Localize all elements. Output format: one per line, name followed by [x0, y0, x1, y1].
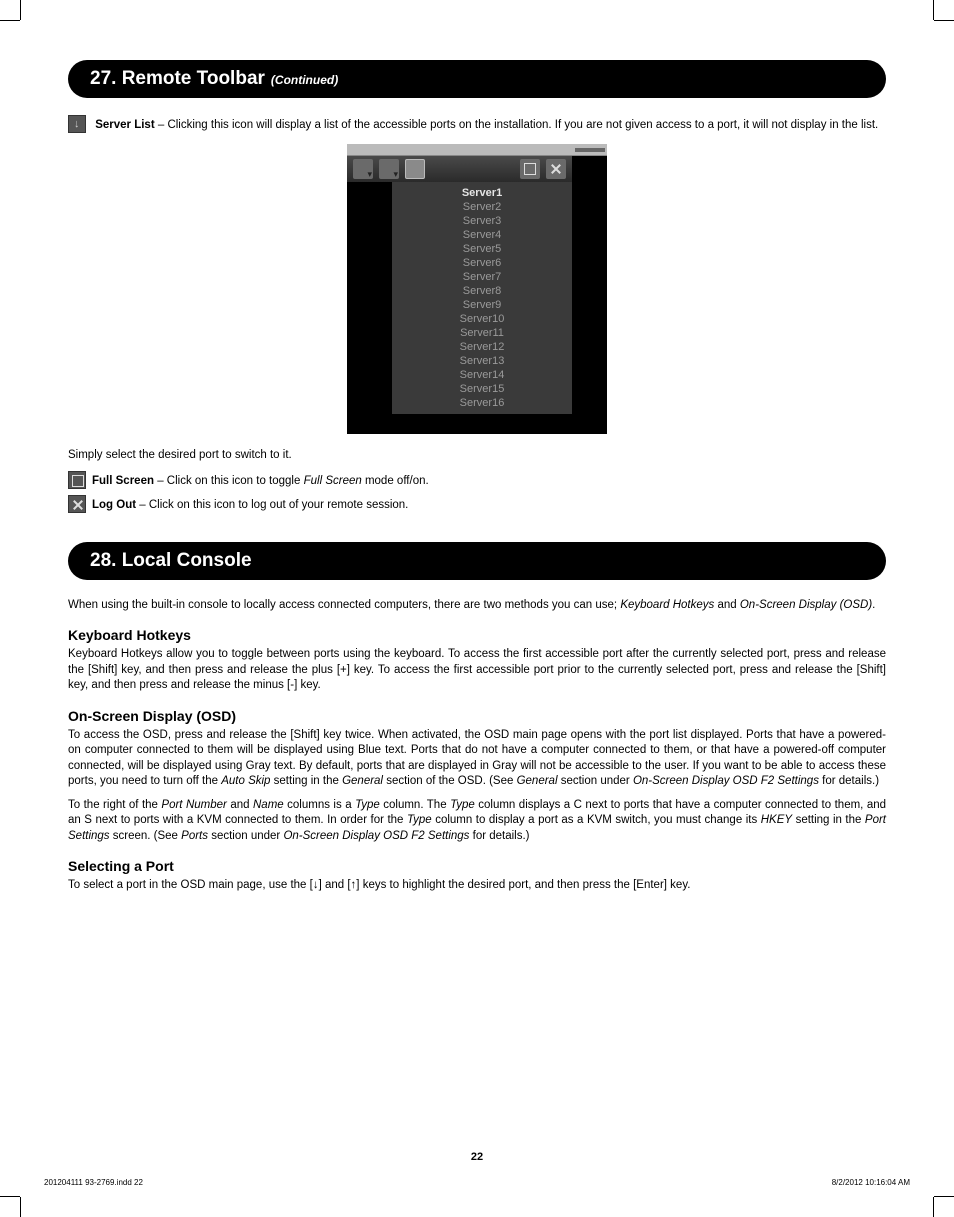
osd-p2-i4: Type — [450, 799, 475, 811]
server-list-item[interactable]: Server9 — [392, 298, 572, 312]
server-list-item[interactable]: Server12 — [392, 340, 572, 354]
page-number: 22 — [0, 1151, 954, 1163]
server-list-item[interactable]: Server4 — [392, 228, 572, 242]
log-out-text: – Click on this icon to log out of your … — [136, 499, 408, 511]
screenshot-top-bar — [347, 144, 607, 156]
osd-paragraph-2: To the right of the Port Number and Name… — [68, 798, 886, 845]
osd-p1-i3: General — [517, 775, 558, 787]
osd-head: On-Screen Display (OSD) — [68, 708, 886, 724]
toolbar-pointer-icon[interactable] — [353, 159, 373, 179]
server-list-paragraph: Server List – Clicking this icon will di… — [68, 116, 886, 134]
server-list-icon — [68, 115, 86, 133]
full-screen-text-a: – Click on this icon to toggle — [154, 475, 304, 487]
selecting-port-text: To select a port in the OSD main page, u… — [68, 878, 886, 894]
section-28-intro: When using the built-in console to local… — [68, 598, 886, 614]
osd-p2-d: column. The — [380, 799, 450, 811]
osd-p2-i3: Type — [355, 799, 380, 811]
osd-p1-i2: General — [342, 775, 383, 787]
intro-i1: Keyboard Hotkeys — [620, 599, 714, 611]
server-list-screenshot: Server1Server2Server3Server4Server5Serve… — [68, 144, 886, 434]
toolbar-server-list-icon[interactable] — [405, 159, 425, 179]
server-list-item[interactable]: Server15 — [392, 382, 572, 396]
osd-p2-i8: Ports — [181, 830, 208, 842]
remote-toolbar — [347, 156, 572, 182]
intro-i2: On-Screen Display (OSD) — [740, 599, 872, 611]
footer-left: 201204111 93-2769.indd 22 — [44, 1178, 143, 1187]
server-list-item[interactable]: Server6 — [392, 256, 572, 270]
toolbar-settings-icon[interactable] — [379, 159, 399, 179]
osd-p2-i: section under — [208, 830, 283, 842]
log-out-line: Log Out – Click on this icon to log out … — [68, 496, 886, 514]
server-list-item[interactable]: Server16 — [392, 396, 572, 410]
intro-a: When using the built-in console to local… — [68, 599, 620, 611]
server-list-item[interactable]: Server10 — [392, 312, 572, 326]
server-list-item[interactable]: Server7 — [392, 270, 572, 284]
osd-p2-i6: HKEY — [761, 814, 792, 826]
osd-p1-i1: Auto Skip — [221, 775, 270, 787]
intro-end: . — [872, 599, 875, 611]
intro-mid: and — [714, 599, 740, 611]
osd-paragraph-1: To access the OSD, press and release the… — [68, 728, 886, 790]
server-list-label: Server List — [95, 119, 154, 131]
osd-p2-i2: Name — [253, 799, 284, 811]
section-27-continued: (Continued) — [271, 73, 338, 87]
osd-p1-d: section under — [558, 775, 633, 787]
toolbar-logout-icon[interactable] — [546, 159, 566, 179]
osd-p1-b: setting in the — [270, 775, 342, 787]
selecting-port-head: Selecting a Port — [68, 858, 886, 874]
section-27-title: 27. Remote Toolbar — [90, 68, 265, 90]
server-list-item[interactable]: Server1 — [392, 186, 572, 200]
osd-p2-h: screen. (See — [110, 830, 182, 842]
keyboard-hotkeys-text: Keyboard Hotkeys allow you to toggle bet… — [68, 647, 886, 694]
osd-p2-f: column to display a port as a KVM switch… — [432, 814, 761, 826]
server-list-item[interactable]: Server11 — [392, 326, 572, 340]
server-list-item[interactable]: Server13 — [392, 354, 572, 368]
osd-p2-j: for details.) — [469, 830, 529, 842]
osd-p2-i5: Type — [407, 814, 432, 826]
server-list-item[interactable]: Server3 — [392, 214, 572, 228]
osd-p1-c: section of the OSD. (See — [383, 775, 517, 787]
footer-right: 8/2/2012 10:16:04 AM — [832, 1178, 910, 1187]
toolbar-fullscreen-icon[interactable] — [520, 159, 540, 179]
section-27-header: 27. Remote Toolbar (Continued) — [68, 60, 886, 98]
switch-port-text: Simply select the desired port to switch… — [68, 448, 886, 464]
osd-p2-g: setting in the — [792, 814, 865, 826]
server-list-item[interactable]: Server14 — [392, 368, 572, 382]
server-list-text: – Clicking this icon will display a list… — [155, 119, 879, 131]
keyboard-hotkeys-head: Keyboard Hotkeys — [68, 627, 886, 643]
server-list-item[interactable]: Server5 — [392, 242, 572, 256]
server-list-item[interactable]: Server2 — [392, 200, 572, 214]
full-screen-label: Full Screen — [92, 475, 154, 487]
osd-p1-e: for details.) — [819, 775, 879, 787]
section-28-title: 28. Local Console — [90, 550, 252, 572]
full-screen-line: Full Screen – Click on this icon to togg… — [68, 472, 886, 490]
osd-p2-a: To the right of the — [68, 799, 161, 811]
logout-icon — [68, 495, 86, 513]
osd-p2-c: columns is a — [284, 799, 355, 811]
osd-p1-i4: On-Screen Display OSD F2 Settings — [633, 775, 819, 787]
fullscreen-icon — [68, 471, 86, 489]
osd-p2-b: and — [227, 799, 253, 811]
full-screen-text-i: Full Screen — [304, 475, 362, 487]
full-screen-text-b: mode off/on. — [362, 475, 429, 487]
log-out-label: Log Out — [92, 499, 136, 511]
osd-p2-i1: Port Number — [161, 799, 226, 811]
server-list-dropdown: Server1Server2Server3Server4Server5Serve… — [392, 182, 572, 414]
section-28-header: 28. Local Console — [68, 542, 886, 580]
server-list-item[interactable]: Server8 — [392, 284, 572, 298]
osd-p2-i9: On-Screen Display OSD F2 Settings — [283, 830, 469, 842]
